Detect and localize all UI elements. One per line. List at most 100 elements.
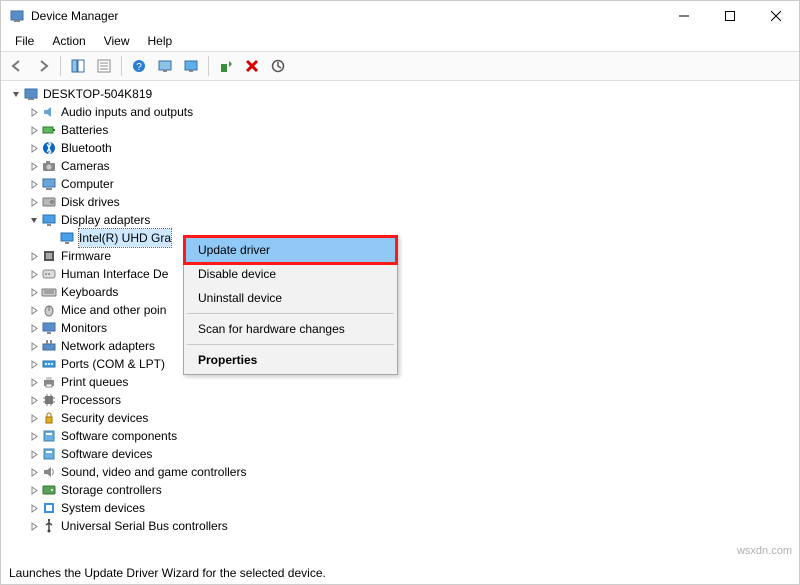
caret-right-icon[interactable] xyxy=(27,267,41,281)
tree-node[interactable]: Sound, video and game controllers xyxy=(5,463,791,481)
caret-right-icon[interactable] xyxy=(27,177,41,191)
show-hide-console-tree-button[interactable] xyxy=(66,54,90,78)
context-item[interactable]: Scan for hardware changes xyxy=(186,317,395,341)
tree-node[interactable]: Ports (COM & LPT) xyxy=(5,355,791,373)
caret-right-icon[interactable] xyxy=(27,411,41,425)
toolbar-separator xyxy=(208,56,209,76)
caret-right-icon[interactable] xyxy=(27,465,41,479)
tree-node[interactable]: Bluetooth xyxy=(5,139,791,157)
caret-right-icon[interactable] xyxy=(27,249,41,263)
display-icon xyxy=(59,230,75,246)
tree-node-label: Disk drives xyxy=(61,193,120,211)
menu-action[interactable]: Action xyxy=(44,32,93,50)
battery-icon xyxy=(41,122,57,138)
tree-node-label: Batteries xyxy=(61,121,108,139)
system-icon xyxy=(41,500,57,516)
context-separator xyxy=(187,313,394,314)
forward-button[interactable] xyxy=(31,54,55,78)
sound-icon xyxy=(41,464,57,480)
caret-right-icon[interactable] xyxy=(27,105,41,119)
tree-node[interactable]: Network adapters xyxy=(5,337,791,355)
menu-file[interactable]: File xyxy=(7,32,42,50)
tree-node[interactable]: Software components xyxy=(5,427,791,445)
software-icon xyxy=(41,428,57,444)
tree-node[interactable]: System devices xyxy=(5,499,791,517)
tree-node[interactable]: Print queues xyxy=(5,373,791,391)
monitor-button[interactable] xyxy=(179,54,203,78)
watermark: wsxdn.com xyxy=(737,545,792,557)
context-menu: Update driverDisable deviceUninstall dev… xyxy=(183,235,398,375)
tree-node[interactable]: Monitors xyxy=(5,319,791,337)
tree-node[interactable]: Security devices xyxy=(5,409,791,427)
usb-icon xyxy=(41,518,57,534)
security-icon xyxy=(41,410,57,426)
tree-node-label: Ports (COM & LPT) xyxy=(61,355,165,373)
device-tree[interactable]: DESKTOP-504K819 Audio inputs and outputs… xyxy=(5,85,791,535)
menu-view[interactable]: View xyxy=(96,32,138,50)
caret-right-icon[interactable] xyxy=(27,159,41,173)
caret-right-icon[interactable] xyxy=(27,339,41,353)
tree-root[interactable]: DESKTOP-504K819 xyxy=(5,85,791,103)
tree-node-label: Software devices xyxy=(61,445,152,463)
tree-node[interactable]: Universal Serial Bus controllers xyxy=(5,517,791,535)
tree-node-label: Print queues xyxy=(61,373,128,391)
tree-node[interactable]: Firmware xyxy=(5,247,791,265)
caret-right-icon[interactable] xyxy=(27,393,41,407)
maximize-button[interactable] xyxy=(707,1,753,31)
context-item[interactable]: Uninstall device xyxy=(186,286,395,310)
minimize-button[interactable] xyxy=(661,1,707,31)
uninstall-button[interactable] xyxy=(240,54,264,78)
caret-right-icon[interactable] xyxy=(27,429,41,443)
tree-child[interactable]: Intel(R) UHD Gra xyxy=(5,229,791,247)
software-icon xyxy=(41,446,57,462)
caret-right-icon[interactable] xyxy=(27,501,41,515)
caret-right-icon[interactable] xyxy=(27,141,41,155)
tree-node-label: Keyboards xyxy=(61,283,118,301)
caret-right-icon[interactable] xyxy=(27,123,41,137)
refresh-button[interactable] xyxy=(153,54,177,78)
tree-node-label: Software components xyxy=(61,427,177,445)
close-button[interactable] xyxy=(753,1,799,31)
caret-right-icon[interactable] xyxy=(27,447,41,461)
back-button[interactable] xyxy=(5,54,29,78)
tree-node[interactable]: Storage controllers xyxy=(5,481,791,499)
caret-down-icon[interactable] xyxy=(9,87,23,101)
menu-help[interactable]: Help xyxy=(140,32,181,50)
caret-right-icon[interactable] xyxy=(27,195,41,209)
tree-node[interactable]: Keyboards xyxy=(5,283,791,301)
caret-right-icon[interactable] xyxy=(27,375,41,389)
svg-text:?: ? xyxy=(136,62,142,73)
context-item[interactable]: Properties xyxy=(186,348,395,372)
caret-right-icon[interactable] xyxy=(27,483,41,497)
help-button[interactable]: ? xyxy=(127,54,151,78)
tree-node[interactable]: Human Interface De xyxy=(5,265,791,283)
audio-icon xyxy=(41,104,57,120)
tree-node[interactable]: Audio inputs and outputs xyxy=(5,103,791,121)
tree-node-label: Processors xyxy=(61,391,121,409)
computer-icon xyxy=(23,86,39,102)
tree-node-label: Storage controllers xyxy=(61,481,162,499)
context-item[interactable]: Update driver xyxy=(183,235,398,265)
tree-node[interactable]: Cameras xyxy=(5,157,791,175)
tree-node[interactable]: Processors xyxy=(5,391,791,409)
caret-right-icon[interactable] xyxy=(27,519,41,533)
status-bar: Launches the Update Driver Wizard for th… xyxy=(1,562,799,584)
context-item[interactable]: Disable device xyxy=(186,262,395,286)
tree-node[interactable]: Computer xyxy=(5,175,791,193)
scan-hardware-button[interactable] xyxy=(266,54,290,78)
network-icon xyxy=(41,338,57,354)
caret-down-icon[interactable] xyxy=(27,213,41,227)
caret-right-icon[interactable] xyxy=(27,321,41,335)
caret-right-icon[interactable] xyxy=(27,357,41,371)
tree-node[interactable]: Disk drives xyxy=(5,193,791,211)
tree-node[interactable]: Mice and other poin xyxy=(5,301,791,319)
toolbar: ? xyxy=(1,51,799,81)
content-area: DESKTOP-504K819 Audio inputs and outputs… xyxy=(1,81,799,562)
tree-node[interactable]: Software devices xyxy=(5,445,791,463)
caret-right-icon[interactable] xyxy=(27,285,41,299)
update-driver-button[interactable] xyxy=(214,54,238,78)
tree-node[interactable]: Batteries xyxy=(5,121,791,139)
tree-node[interactable]: Display adapters xyxy=(5,211,791,229)
caret-right-icon[interactable] xyxy=(27,303,41,317)
properties-button[interactable] xyxy=(92,54,116,78)
